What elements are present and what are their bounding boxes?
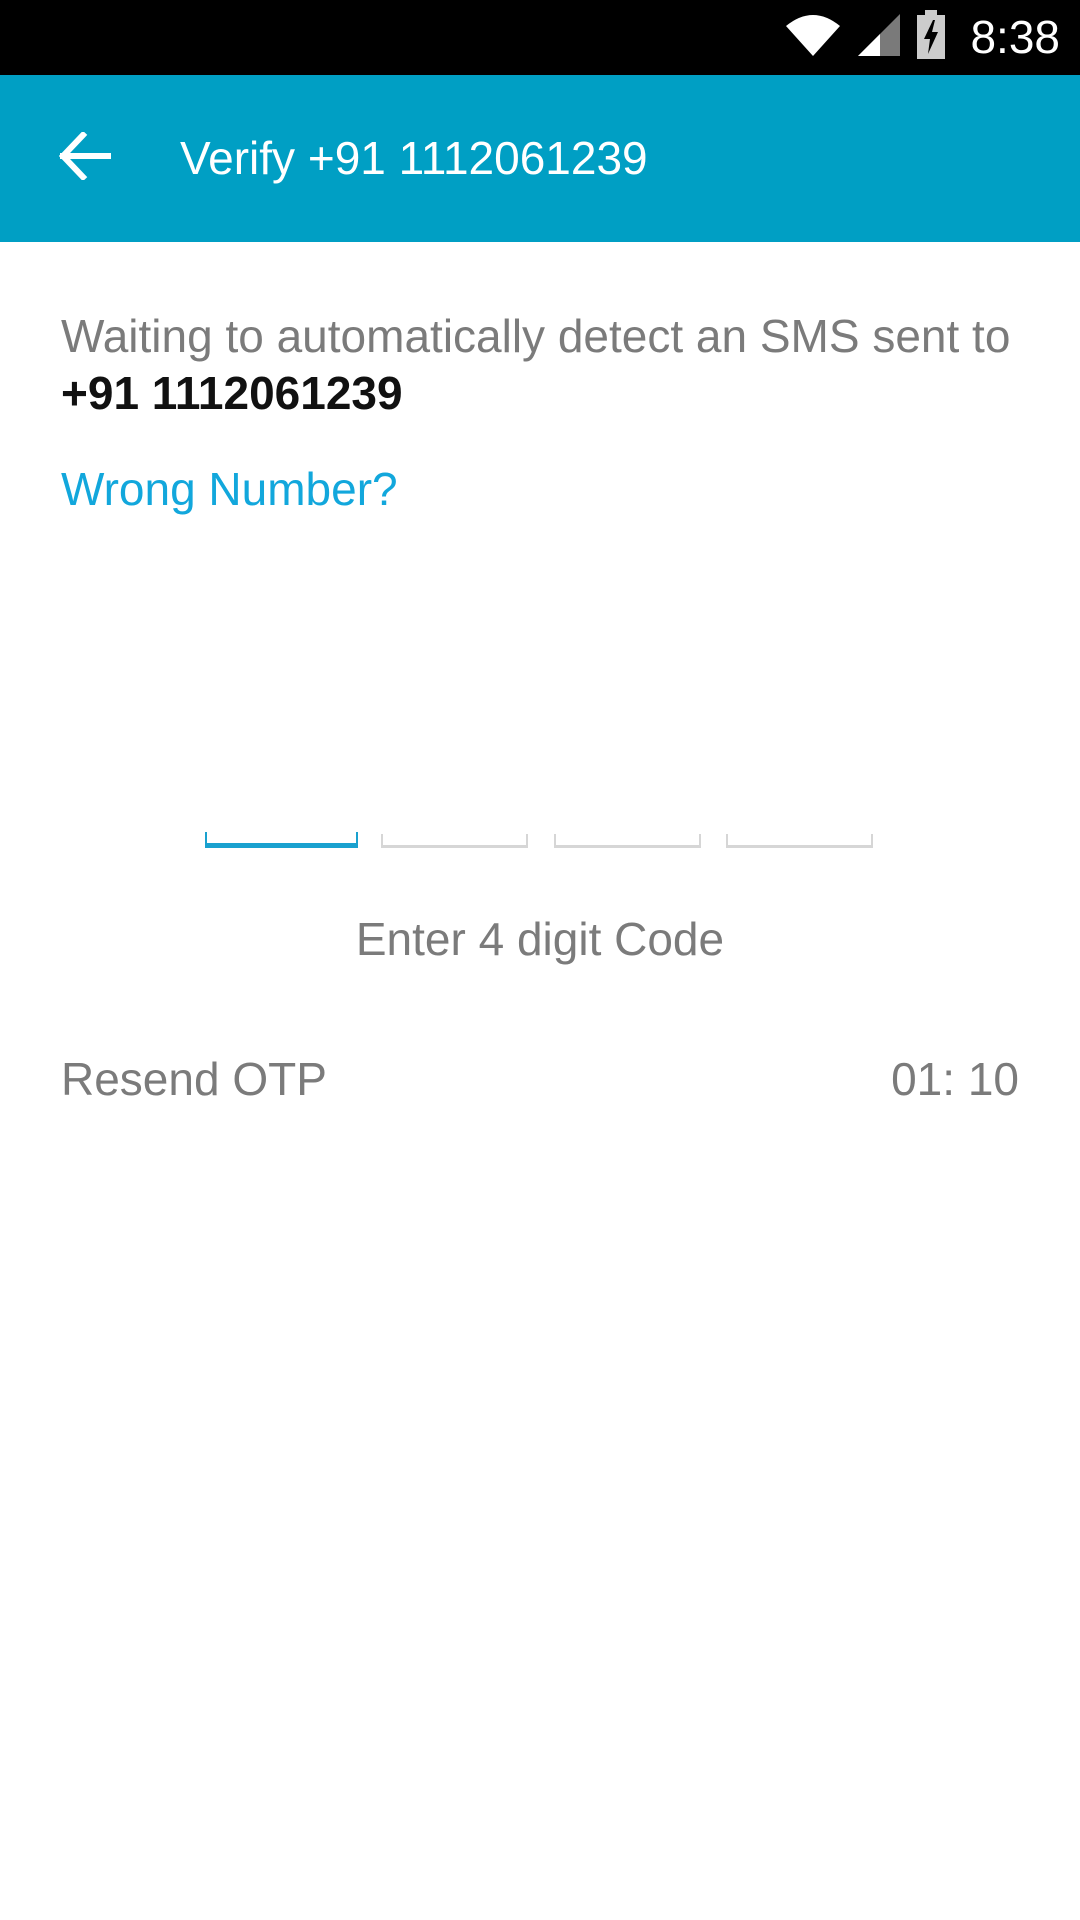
arrow-left-icon xyxy=(58,130,112,185)
otp-hint: Enter 4 digit Code xyxy=(355,913,725,965)
back-button[interactable] xyxy=(40,113,130,203)
status-time: 8:38 xyxy=(970,11,1060,63)
signal-icon xyxy=(856,12,902,63)
otp-digit-2[interactable] xyxy=(381,760,528,848)
otp-digit-4[interactable] xyxy=(726,760,873,848)
app-bar: Verify +91 1112061239 xyxy=(0,75,1080,242)
phone-number: +91 1112061239 xyxy=(61,367,403,419)
otp-digit-3[interactable] xyxy=(554,760,701,848)
status-icons: 8:38 xyxy=(784,0,1060,75)
page-title: Verify +91 1112061239 xyxy=(180,132,648,184)
otp-input-row xyxy=(0,760,1080,850)
otp-digit-1[interactable] xyxy=(205,760,358,848)
battery-charging-icon xyxy=(916,10,946,65)
waiting-message-text: Waiting to automatically detect an SMS s… xyxy=(61,310,1011,362)
resend-timer: 01: 10 xyxy=(891,1053,1019,1105)
wrong-number-link[interactable]: Wrong Number? xyxy=(61,459,398,519)
resend-otp-button[interactable]: Resend OTP xyxy=(61,1049,327,1109)
waiting-message: Waiting to automatically detect an SMS s… xyxy=(61,308,1021,422)
status-bar: 8:38 xyxy=(0,0,1080,75)
wifi-icon xyxy=(784,12,842,63)
